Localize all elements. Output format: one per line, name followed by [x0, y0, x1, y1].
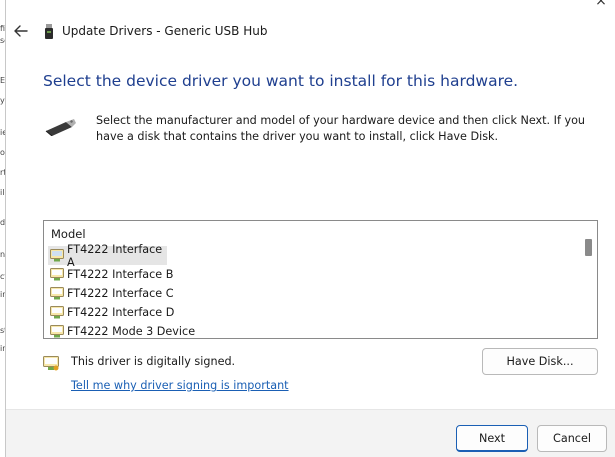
- background-fragment: E: [0, 76, 6, 85]
- driver-icon: [50, 249, 64, 262]
- back-arrow-icon[interactable]: [12, 22, 30, 40]
- next-button[interactable]: Next: [456, 425, 528, 452]
- model-list-scrollbar[interactable]: [580, 221, 597, 338]
- model-rows: FT4222 Interface A FT4222 Interface B FT…: [48, 243, 578, 338]
- instruction-text: Select the manufacturer and model of you…: [96, 114, 586, 143]
- usb-plug-icon: [45, 119, 76, 136]
- page-heading: Select the device driver you want to ins…: [43, 72, 519, 90]
- model-item-ft4222-interface-c[interactable]: FT4222 Interface C: [48, 284, 578, 303]
- model-item-ft4222-interface-d[interactable]: FT4222 Interface D: [48, 303, 578, 322]
- driver-icon: [50, 268, 64, 281]
- signed-driver-icon: [43, 356, 59, 371]
- model-column-header[interactable]: Model: [51, 227, 86, 241]
- usb-device-icon: [45, 24, 53, 39]
- update-drivers-dialog: × Update Drivers - Generic USB Hub Selec…: [6, 0, 615, 457]
- background-fragment: fi: [0, 24, 6, 33]
- scrollbar-thumb[interactable]: [585, 239, 592, 256]
- model-item-label: FT4222 Interface C: [67, 287, 174, 300]
- close-icon[interactable]: ×: [593, 0, 609, 8]
- background-fragment: y: [0, 96, 5, 105]
- model-item-ft4222-mode-3-device[interactable]: FT4222 Mode 3 Device: [48, 322, 578, 338]
- model-item-label: FT4222 Mode 3 Device: [67, 325, 196, 338]
- model-listbox[interactable]: Model FT4222 Interface A FT4222 Interfac…: [43, 220, 598, 339]
- driver-icon: [50, 306, 64, 319]
- model-item-label: FT4222 Interface A: [67, 242, 163, 269]
- driver-icon: [50, 287, 64, 300]
- driver-icon: [50, 325, 64, 338]
- signing-status-text: This driver is digitally signed.: [71, 355, 236, 368]
- cancel-button[interactable]: Cancel: [537, 425, 607, 452]
- model-item-label: FT4222 Interface D: [67, 306, 175, 319]
- driver-signing-link[interactable]: Tell me why driver signing is important: [71, 379, 289, 392]
- have-disk-button[interactable]: Have Disk...: [482, 348, 598, 375]
- background-fragment: d: [0, 218, 6, 227]
- window-title: Update Drivers - Generic USB Hub: [62, 24, 268, 38]
- model-item-ft4222-interface-b[interactable]: FT4222 Interface B: [48, 265, 578, 284]
- model-item-label: FT4222 Interface B: [67, 268, 174, 281]
- model-item-ft4222-interface-a[interactable]: FT4222 Interface A: [48, 243, 167, 269]
